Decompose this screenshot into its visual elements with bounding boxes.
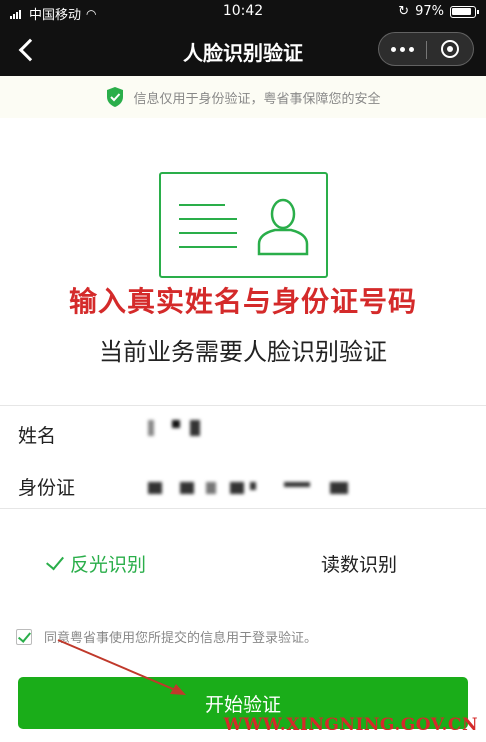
- site-watermark: WWW.XINGNING.GOV.CN: [223, 715, 478, 735]
- page-subtitle: 当前业务需要人脸识别验证: [99, 338, 387, 366]
- tab-reflect-recognition[interactable]: 反光识别: [46, 550, 147, 577]
- id-card-icon: [159, 172, 328, 278]
- status-right: ↻ 97%: [398, 4, 479, 19]
- rotation-lock-icon: ↻: [398, 4, 410, 19]
- check-icon: [46, 551, 64, 570]
- status-bar: 中国移动 ◠ 10:42 ↻ 97%: [0, 0, 486, 24]
- shield-check-icon: [107, 87, 124, 107]
- security-banner: 信息仅用于身份验证，粤省事保障您的安全: [0, 76, 486, 118]
- battery-percent: 97%: [415, 4, 444, 19]
- name-row[interactable]: 姓名: [0, 406, 486, 458]
- name-field-redacted[interactable]: [148, 420, 208, 440]
- nav-bar: 人脸识别验证: [0, 24, 486, 76]
- id-field-redacted[interactable]: [148, 478, 368, 498]
- tab-read-digits-recognition[interactable]: 读数识别: [321, 550, 397, 577]
- close-miniprogram-button[interactable]: [427, 33, 474, 65]
- agreement-row: 同意粤省事使用您所提交的信息用于登录验证。: [16, 627, 317, 646]
- top-bar: 中国移动 ◠ 10:42 ↻ 97% 人脸识别验证: [0, 0, 486, 76]
- target-circle-icon: [440, 40, 459, 58]
- agreement-text: 同意粤省事使用您所提交的信息用于登录验证。: [44, 631, 318, 646]
- tab-read-digits-label: 读数识别: [321, 554, 398, 576]
- start-verification-label: 开始验证: [204, 693, 281, 716]
- tab-reflect-label: 反光识别: [70, 554, 147, 576]
- agreement-checkbox[interactable]: [16, 628, 32, 645]
- battery-icon: [450, 5, 479, 18]
- name-label: 姓名: [18, 425, 57, 447]
- annotation-caption: 输入真实姓名与身份证号码: [68, 285, 417, 318]
- miniprogram-capsule: [378, 32, 474, 66]
- id-label: 身份证: [18, 477, 76, 499]
- more-button[interactable]: [379, 33, 426, 65]
- id-row[interactable]: 身份证: [0, 458, 486, 510]
- identity-form: 姓名 身份证: [0, 405, 486, 509]
- security-banner-text: 信息仅用于身份验证，粤省事保障您的安全: [133, 91, 381, 107]
